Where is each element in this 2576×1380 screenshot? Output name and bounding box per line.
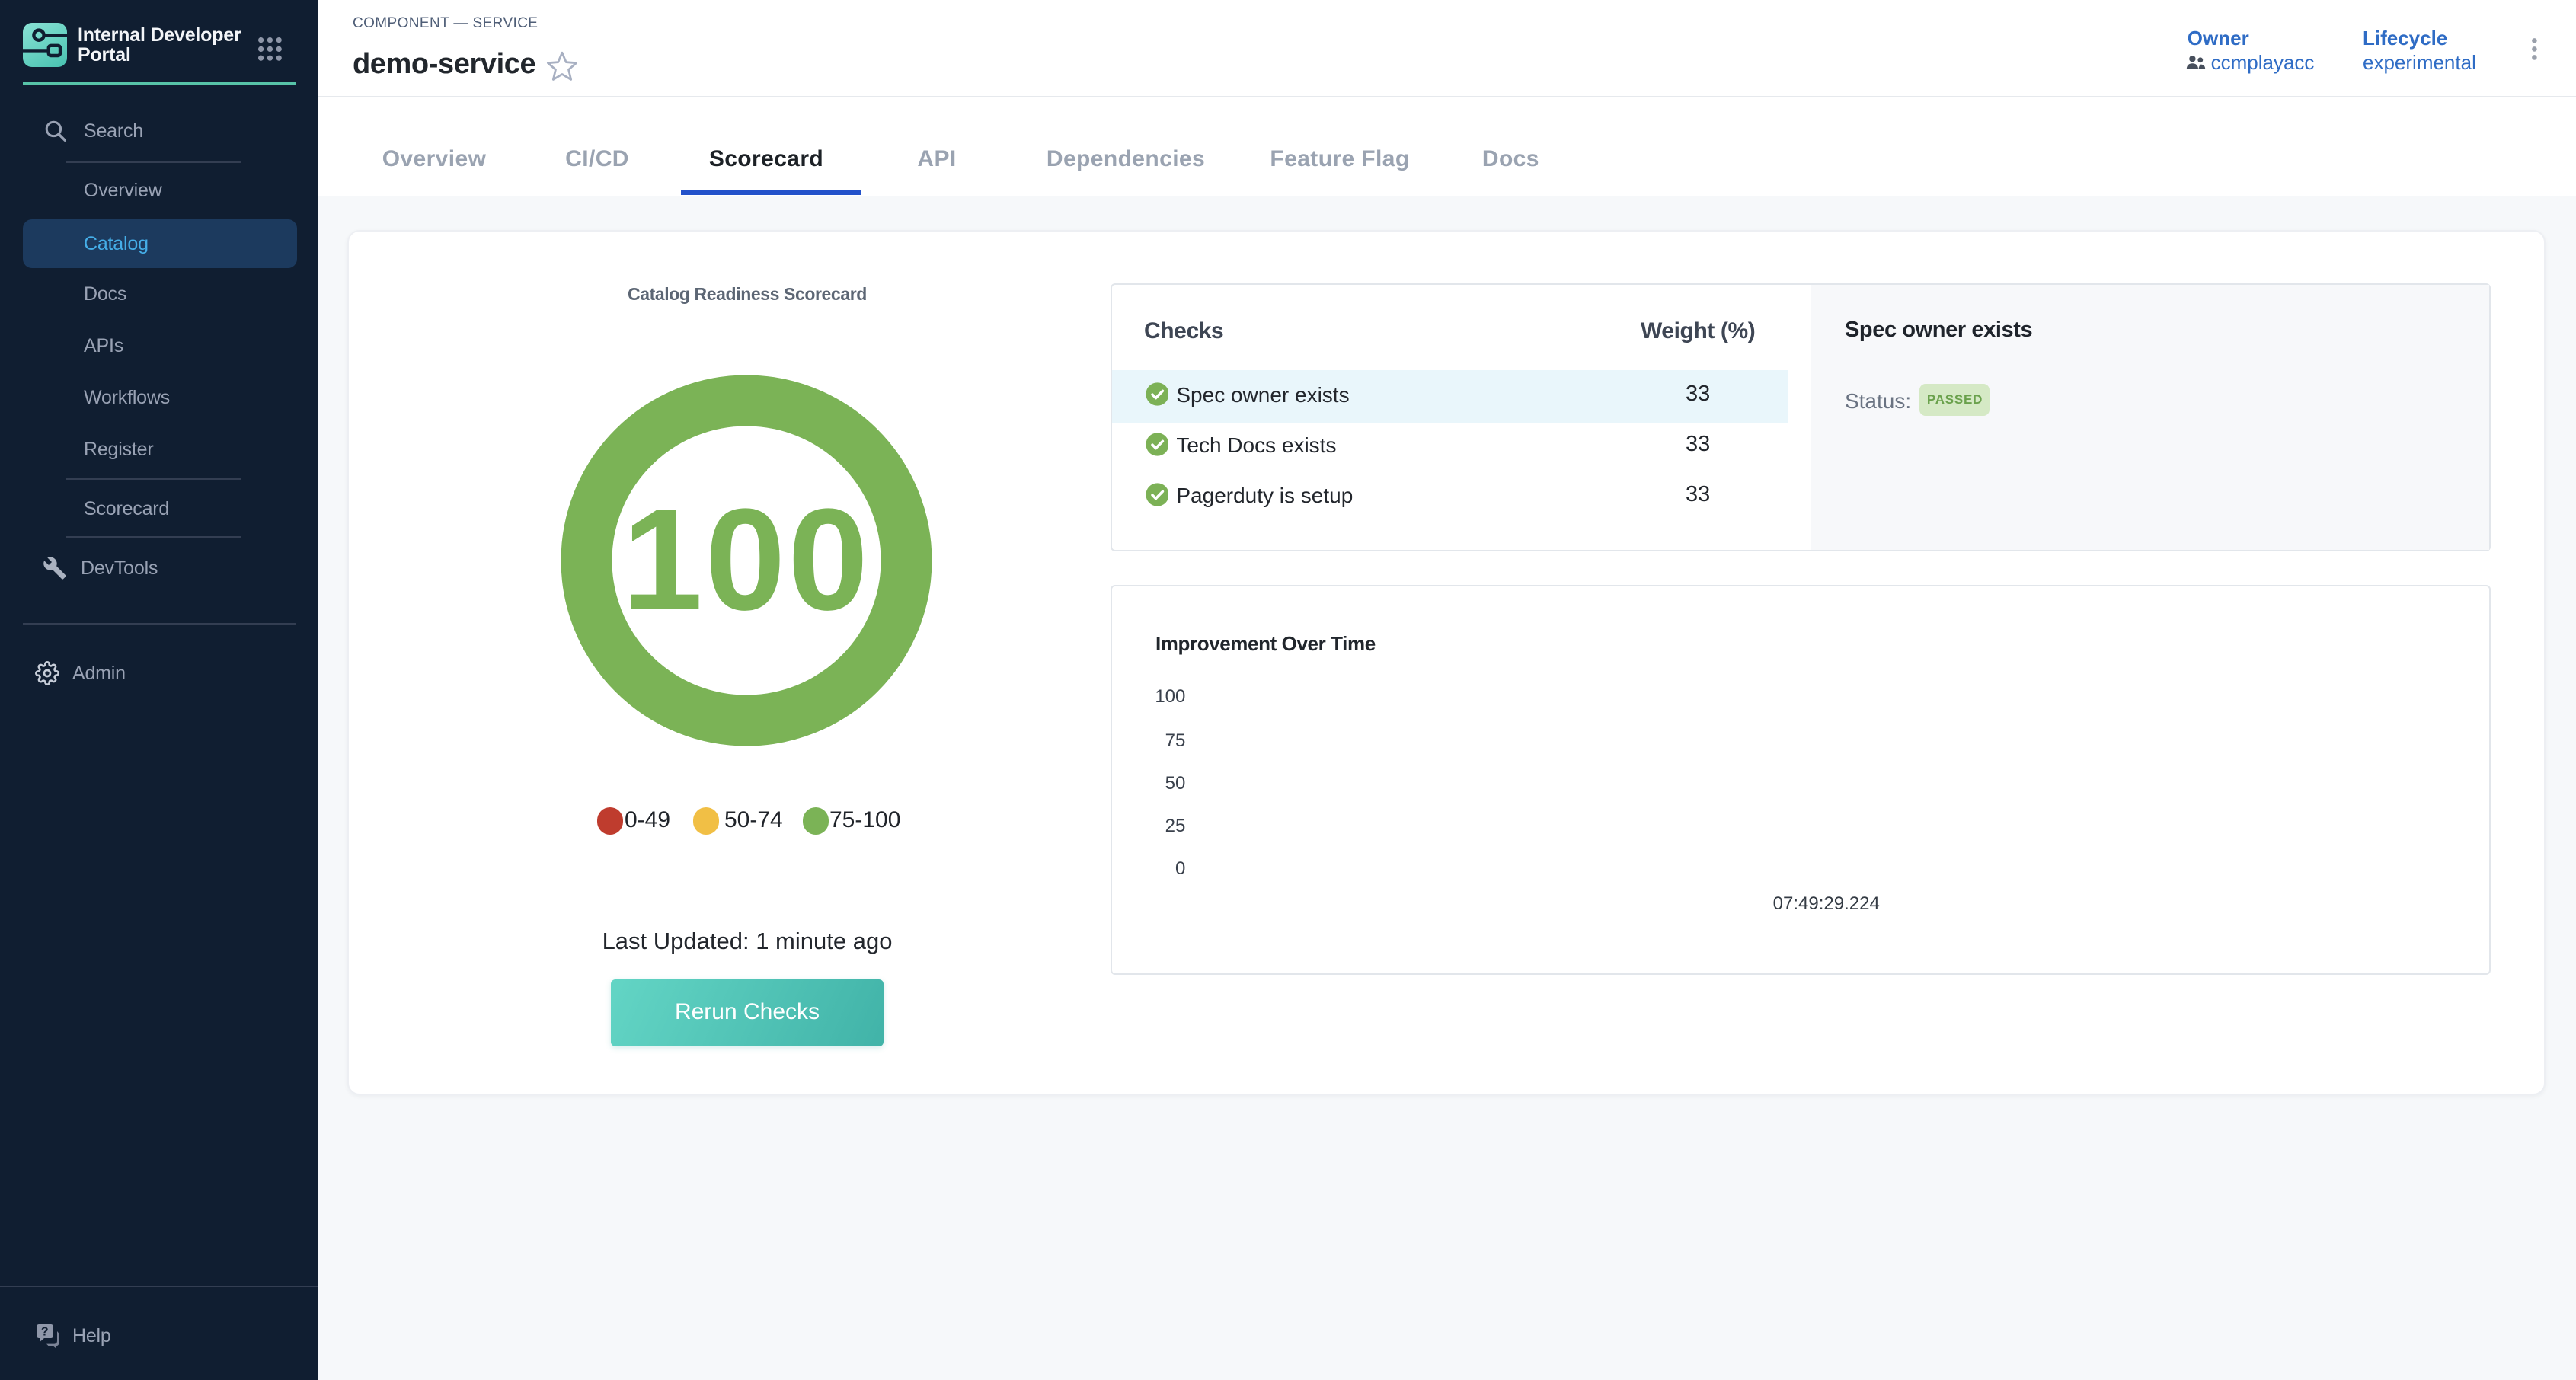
svg-text:?: ? xyxy=(41,1325,49,1338)
